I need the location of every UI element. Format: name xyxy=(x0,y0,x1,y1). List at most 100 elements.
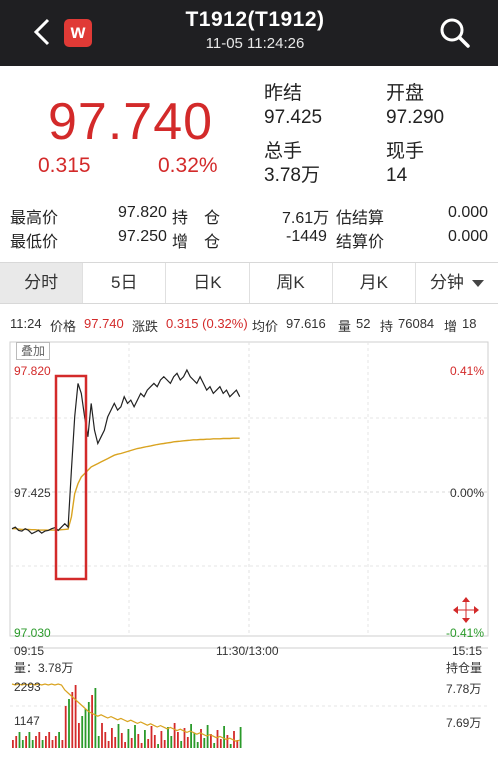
oi-change-label: 增 仓 xyxy=(172,234,221,251)
y-high-label: 97.820 xyxy=(14,364,51,378)
low-label: 最低价 xyxy=(10,234,59,251)
prev-settle-value: 97.425 xyxy=(264,107,323,128)
est-settle-value: 0.000 xyxy=(448,204,489,221)
settle-value: 0.000 xyxy=(448,228,489,245)
volume-bar xyxy=(226,735,229,748)
volume-bar xyxy=(124,742,126,748)
volume-bar xyxy=(196,742,199,748)
tab-intraday[interactable]: 分时 xyxy=(0,263,84,303)
volume-bar xyxy=(163,740,166,748)
volume-bar xyxy=(28,732,31,748)
volume-bar xyxy=(97,736,100,748)
volume-bar xyxy=(127,729,130,748)
info-inc: 18 xyxy=(462,316,477,331)
stats-row-high: 最高价 97.820 持 仓 7.61万 估结算 0.000 xyxy=(0,204,498,228)
volume-bar xyxy=(104,732,107,748)
vol-mid-label: 1147 xyxy=(14,714,40,728)
y-mid-label: 97.425 xyxy=(14,486,51,500)
app-logo: w xyxy=(64,19,92,47)
pct-high-label: 0.41% xyxy=(450,364,485,378)
intraday-chart[interactable]: 叠加 97.820 97.425 97.030 0.41% 0.00% -0.4… xyxy=(0,338,498,768)
volume-bar xyxy=(111,728,113,748)
stats-row-low: 最低价 97.250 增 仓 -1449 结算价 0.000 xyxy=(0,228,498,252)
volume-bar xyxy=(71,692,74,748)
quote-datetime: 11-05 11:24:26 xyxy=(205,35,305,52)
dropdown-arrow-icon xyxy=(471,280,484,288)
x-end-label: 15:15 xyxy=(452,644,483,658)
volume-bar xyxy=(157,744,159,748)
back-arrow-icon[interactable] xyxy=(28,16,56,48)
volume-bar xyxy=(160,731,163,748)
info-oi: 76084 xyxy=(398,316,435,331)
volume-bar xyxy=(140,743,143,748)
info-change: 0.315 (0.32%) xyxy=(166,316,248,331)
volume-bar xyxy=(173,723,176,748)
tab-minute[interactable]: 分钟 xyxy=(416,263,498,303)
tab-5day[interactable]: 5日 xyxy=(83,263,167,303)
current-volume-label: 现手 xyxy=(386,141,425,162)
volume-bar xyxy=(87,702,90,748)
volume-bar xyxy=(186,737,189,748)
prev-settle-label: 昨结 xyxy=(264,83,303,104)
overlay-button[interactable]: 叠加 xyxy=(16,342,51,360)
volume-bar xyxy=(180,741,183,748)
total-volume-label: 总手 xyxy=(264,141,303,162)
tab-weekly-k[interactable]: 周K xyxy=(250,263,333,303)
volume-bar xyxy=(219,739,222,748)
volume-bar xyxy=(130,738,133,748)
quote-panel: 97.740 0.315 0.32% 昨结 97.425 开盘 97.290 总… xyxy=(0,66,498,194)
info-vol-label: 量 xyxy=(338,319,352,334)
x-mid-label: 11:30/13:00 xyxy=(216,644,279,658)
info-time: 11:24 xyxy=(10,316,42,331)
volume-bar xyxy=(210,734,212,748)
vol-high-label: 2293 xyxy=(14,680,41,694)
volume-bar xyxy=(177,732,179,748)
est-settle-label: 估结算 xyxy=(336,210,385,227)
volume-bar xyxy=(213,743,216,748)
volume-bar xyxy=(81,716,84,748)
volume-bar xyxy=(239,727,242,748)
volume-bar xyxy=(54,736,57,748)
volume-bar xyxy=(84,709,87,748)
volume-bar xyxy=(120,733,123,748)
prev-settle-field: 昨结 97.425 xyxy=(264,82,322,130)
oi-axis-label: 持仓量 xyxy=(446,661,483,675)
volume-bar xyxy=(167,727,169,748)
oi-low-label: 7.69万 xyxy=(446,716,482,730)
info-avg-label: 均价 xyxy=(252,319,279,334)
open-interest-line xyxy=(11,683,240,743)
volume-bar xyxy=(134,725,136,748)
volume-bar xyxy=(170,736,173,748)
last-price: 97.740 xyxy=(48,93,214,151)
volume-bar xyxy=(203,738,206,748)
volume-bar xyxy=(94,688,97,748)
price-change: 0.315 xyxy=(38,154,91,177)
volume-bar xyxy=(31,740,34,748)
crosshair-info: 11:24 价格 97.740 涨跌 0.315 (0.32%) 均价 97.6… xyxy=(0,312,498,336)
oi-change-value: -1449 xyxy=(286,228,327,245)
volume-bar xyxy=(137,734,140,748)
expand-arrows-icon[interactable] xyxy=(452,596,480,624)
volume-bar xyxy=(58,732,60,748)
info-change-label: 涨跌 xyxy=(132,319,159,334)
volume-bar xyxy=(45,736,47,748)
volume-bar xyxy=(223,726,225,748)
page-title: T1912(T1912) xyxy=(185,8,325,31)
volume-total-label: 量：3.78万 xyxy=(14,661,74,675)
info-price-label: 价格 xyxy=(50,319,77,334)
tab-monthly-k[interactable]: 月K xyxy=(333,263,416,303)
volume-bar xyxy=(41,740,44,748)
stats-table: 最高价 97.820 持 仓 7.61万 估结算 0.000 最低价 97.25… xyxy=(0,198,498,254)
low-value: 97.250 xyxy=(118,228,167,245)
top-bar: w T1912(T1912) 11-05 11:24:26 xyxy=(0,0,498,66)
settle-label: 结算价 xyxy=(336,234,385,251)
chart-period-tabs: 分时 5日 日K 周K 月K 分钟 xyxy=(0,262,498,304)
volume-bar xyxy=(193,733,196,748)
search-icon[interactable] xyxy=(438,16,472,50)
volume-bar xyxy=(12,740,14,748)
volume-bar xyxy=(61,740,64,748)
tab-daily-k[interactable]: 日K xyxy=(166,263,250,303)
info-inc-label: 增 xyxy=(444,319,458,334)
info-oi-label: 持 xyxy=(380,319,394,334)
volume-bar xyxy=(144,730,146,748)
